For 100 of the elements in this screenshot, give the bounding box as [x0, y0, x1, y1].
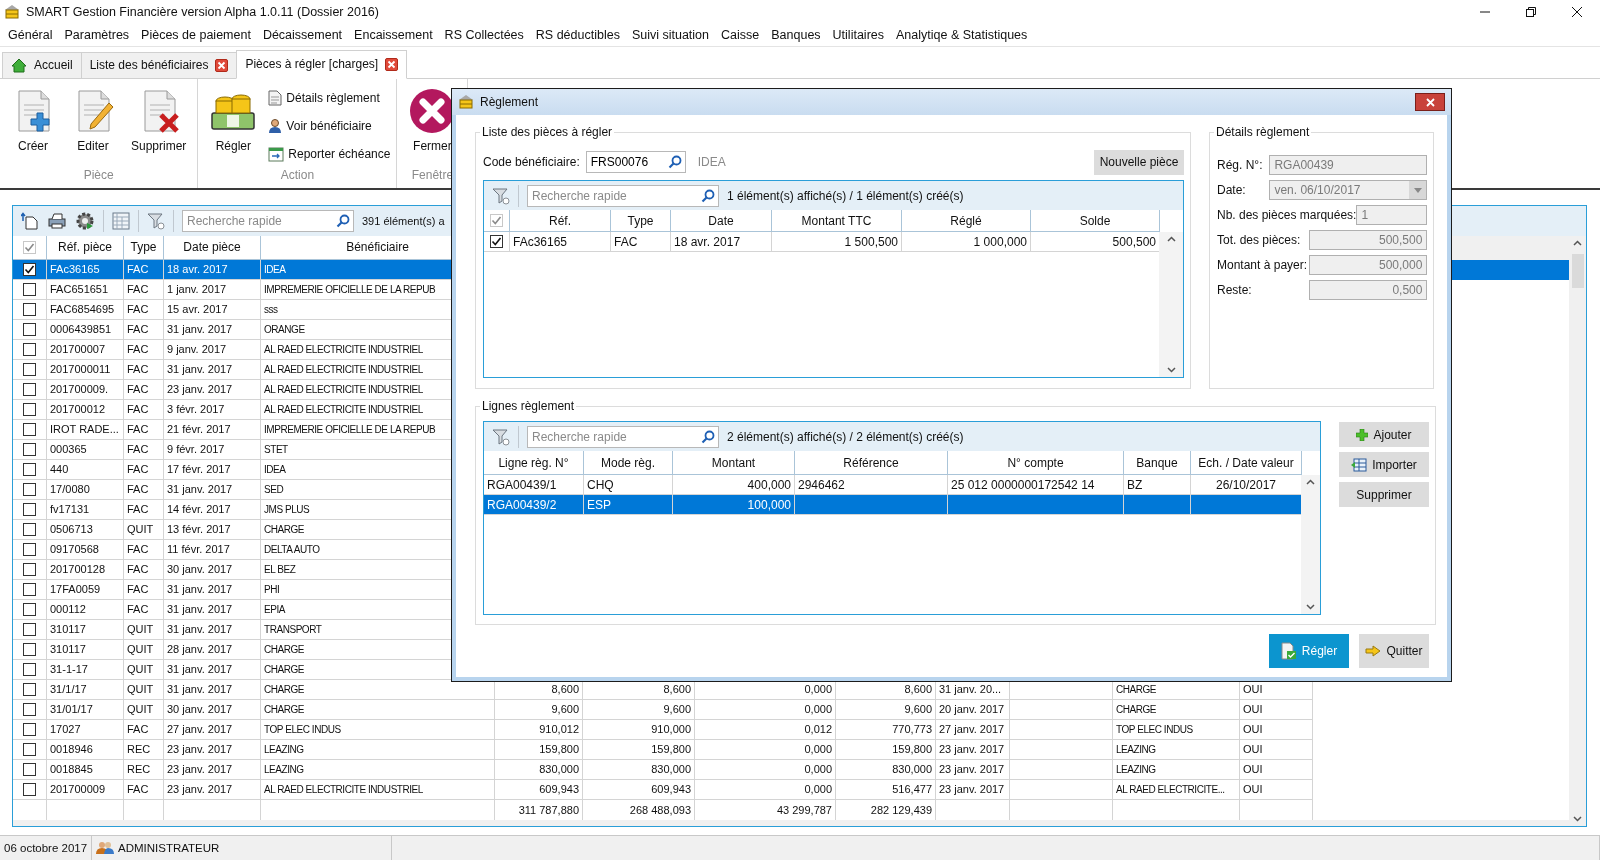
search-icon[interactable] — [701, 429, 715, 444]
close-icon[interactable] — [215, 58, 229, 72]
ribbon-button[interactable]: Fermer — [403, 82, 462, 157]
side-button[interactable]: Supprimer — [1339, 482, 1429, 507]
checkbox[interactable] — [23, 482, 36, 496]
menu-item[interactable]: Utilitaires — [826, 28, 890, 43]
chevron-down-icon[interactable] — [1166, 367, 1176, 373]
checkbox[interactable] — [23, 342, 36, 356]
menu-item[interactable]: Général — [2, 28, 59, 43]
column-header[interactable]: Mode règ. — [584, 451, 673, 475]
chevron-up-icon[interactable] — [1306, 479, 1315, 485]
column-header[interactable]: N° compte — [948, 451, 1124, 475]
table-row[interactable]: RGA00439/2 ESP 100,000 — [484, 495, 1301, 515]
column-header[interactable]: Réglé — [902, 210, 1031, 232]
checkbox[interactable] — [23, 282, 36, 296]
column-header[interactable]: Ligne règ. N° — [484, 451, 584, 475]
search-icon[interactable] — [701, 188, 715, 203]
checkbox[interactable] — [23, 742, 36, 756]
column-header[interactable]: Montant TTC — [772, 210, 902, 232]
checkbox[interactable] — [23, 682, 36, 696]
ribbon-button[interactable]: Reporter échéance — [268, 142, 391, 165]
checkbox[interactable] — [23, 702, 36, 716]
checkbox[interactable] — [23, 262, 36, 276]
checkbox[interactable] — [23, 502, 36, 516]
checkbox[interactable] — [23, 322, 36, 336]
checkbox[interactable] — [23, 302, 36, 316]
checkbox[interactable] — [23, 402, 36, 416]
menu-item[interactable]: Caisse — [715, 28, 766, 43]
code-field[interactable]: FRS00076 — [585, 151, 686, 173]
side-button[interactable]: Ajouter — [1339, 422, 1429, 447]
tab[interactable]: Pièces à régler [charges] — [236, 49, 408, 79]
ribbon-button[interactable]: Voir bénéficiaire — [268, 114, 391, 137]
menu-item[interactable]: RS Collectées — [438, 28, 530, 43]
checkbox[interactable] — [23, 622, 36, 636]
document-arrow-icon[interactable] — [21, 211, 39, 230]
column-header[interactable]: Référence — [795, 451, 948, 475]
column-header[interactable]: Type — [611, 210, 671, 232]
table-row[interactable]: RGA00439/1 CHQ 400,000 2946462 25 012 0000000172542 14 BZ 26/10/2017 — [484, 475, 1301, 495]
search-field[interactable]: Recherche rapide — [527, 425, 719, 448]
column-header[interactable]: Type — [124, 235, 164, 260]
menu-item[interactable]: Suivi situation — [625, 28, 715, 43]
side-button[interactable]: Importer — [1339, 452, 1429, 477]
checkbox[interactable] — [23, 382, 36, 396]
filter-icon[interactable] — [147, 211, 165, 230]
column-header[interactable]: Montant — [673, 451, 795, 475]
checkbox[interactable] — [490, 235, 503, 248]
menu-item[interactable]: Paramètres — [58, 28, 136, 43]
column-header[interactable]: Solde — [1031, 210, 1160, 232]
close-icon[interactable] — [1572, 7, 1582, 17]
checkbox[interactable] — [23, 762, 36, 776]
checkbox[interactable] — [23, 782, 36, 796]
scrollbar[interactable] — [1301, 475, 1320, 614]
chevron-up-icon[interactable] — [1166, 236, 1176, 242]
tab[interactable]: Accueil — [2, 51, 82, 78]
checkbox[interactable] — [23, 722, 36, 736]
search-field[interactable]: Recherche rapide — [182, 209, 354, 232]
search-icon[interactable] — [336, 213, 350, 228]
checkbox[interactable] — [23, 522, 36, 536]
menu-item[interactable]: RS déductibles — [529, 28, 626, 43]
column-header[interactable]: Date — [671, 210, 772, 232]
close-button[interactable] — [1415, 93, 1445, 111]
close-icon[interactable] — [385, 57, 399, 71]
ribbon-button[interactable]: Régler — [204, 82, 263, 157]
scrollbar[interactable] — [1569, 235, 1586, 826]
column-header[interactable]: Date pièce — [164, 235, 261, 260]
ribbon-button[interactable]: Editer — [66, 82, 120, 157]
tab[interactable]: Liste des bénéficiaires — [80, 51, 238, 78]
column-header[interactable]: Banque — [1124, 451, 1191, 475]
ribbon-button[interactable]: Créer — [6, 82, 60, 157]
search-icon[interactable] — [667, 155, 682, 169]
new-piece-button[interactable]: Nouvelle pièce — [1094, 149, 1184, 175]
checkbox[interactable] — [23, 422, 36, 436]
menu-item[interactable]: Encaissement — [348, 28, 439, 43]
checkbox[interactable] — [23, 462, 36, 476]
checkbox[interactable] — [23, 582, 36, 596]
menu-item[interactable]: Pièces de paiement — [135, 28, 257, 43]
checkbox[interactable] — [23, 662, 36, 676]
action-button[interactable]: Quitter — [1359, 634, 1429, 668]
checkbox[interactable] — [23, 602, 36, 616]
checkbox[interactable] — [23, 362, 36, 376]
chevron-down-icon[interactable] — [1573, 815, 1582, 822]
restore-icon[interactable] — [1526, 7, 1536, 17]
checkbox[interactable] — [23, 562, 36, 576]
search-field[interactable]: Recherche rapide — [527, 184, 719, 207]
printer-icon[interactable] — [47, 211, 67, 230]
filter-icon[interactable] — [492, 427, 510, 446]
ribbon-button[interactable]: Supprimer — [126, 82, 192, 157]
checkbox[interactable] — [23, 442, 36, 456]
checkbox[interactable] — [23, 642, 36, 656]
date-dropdown[interactable]: ven. 06/10/2017 — [1269, 180, 1428, 200]
chevron-down-icon[interactable] — [1306, 604, 1315, 610]
menu-item[interactable]: Banques — [765, 28, 827, 43]
column-header[interactable]: Ech. / Date valeur — [1191, 451, 1302, 475]
scrollbar[interactable] — [1159, 232, 1183, 377]
menu-item[interactable]: Analytiqe & Statistiques — [890, 28, 1034, 43]
gear-icon[interactable] — [75, 210, 95, 231]
menu-item[interactable]: Décaissement — [256, 28, 349, 43]
filter-icon[interactable] — [492, 186, 510, 205]
checkbox[interactable] — [23, 542, 36, 556]
column-header[interactable]: Réf. — [510, 210, 611, 232]
